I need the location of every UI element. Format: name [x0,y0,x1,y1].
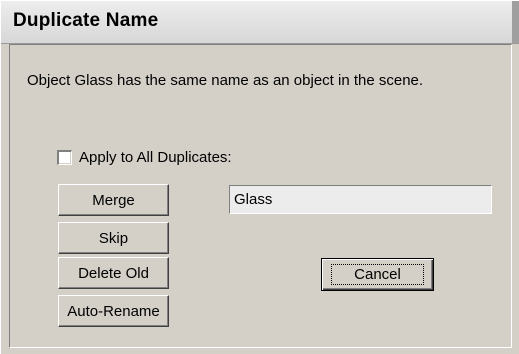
duplicate-name-dialog: Duplicate Name Object Glass has the same… [0,0,519,354]
auto-rename-button[interactable]: Auto-Rename [58,295,169,327]
apply-all-checkbox[interactable] [57,150,72,165]
cancel-button-label: Cancel [331,264,424,285]
title-bar[interactable]: Duplicate Name [1,1,519,44]
apply-all-row[interactable]: Apply to All Duplicates: [57,149,232,166]
skip-button[interactable]: Skip [58,222,169,254]
duplicate-message: Object Glass has the same name as an obj… [27,72,424,89]
title-bar-edge [512,1,519,43]
dialog-title: Duplicate Name [13,10,159,31]
delete-old-button[interactable]: Delete Old [58,257,169,289]
new-name-field[interactable]: Glass [229,185,492,214]
cancel-button[interactable]: Cancel [321,258,434,291]
merge-button[interactable]: Merge [58,184,169,216]
apply-all-label[interactable]: Apply to All Duplicates: [79,149,232,166]
